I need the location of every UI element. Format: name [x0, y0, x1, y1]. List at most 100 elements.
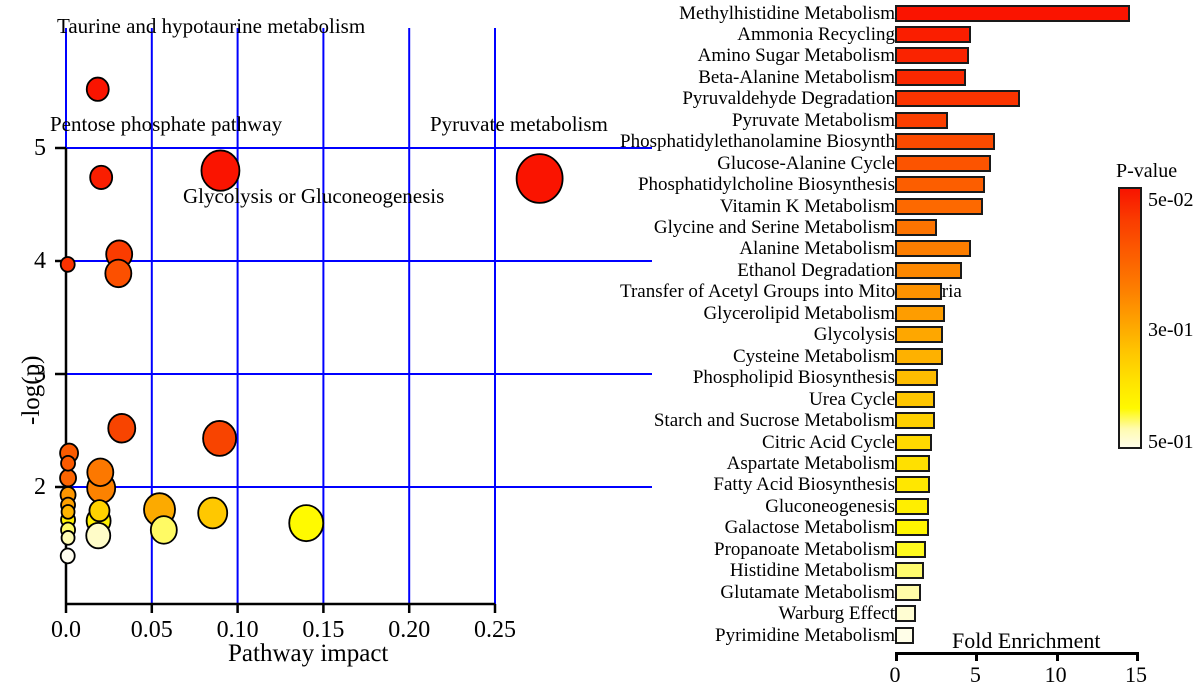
bar-row[interactable]: Glycerolipid Metabolism [620, 302, 1140, 324]
bar-rect[interactable] [895, 412, 936, 430]
scatter-bubble[interactable] [515, 153, 564, 204]
scatter-bubble[interactable] [60, 530, 76, 546]
bar-row[interactable]: Glutamate Metabolism [620, 581, 1140, 603]
bar-rect[interactable] [895, 133, 995, 151]
bar-rect[interactable] [895, 476, 931, 494]
scatter-x-tick-label: 0.15 [302, 617, 345, 643]
bar-rect[interactable] [895, 454, 931, 472]
bar-row[interactable]: Propanoate Metabolism [620, 538, 1140, 560]
bar-row[interactable]: Phospholipid Biosynthesis [620, 367, 1140, 389]
bar-axis-tick-label: 15 [1125, 662, 1147, 687]
bar-rect[interactable] [895, 240, 971, 258]
bar-category-label: Glycerolipid Metabolism [703, 302, 895, 324]
bar-rect[interactable] [895, 347, 944, 365]
bar-rect[interactable] [895, 326, 944, 344]
bar-rect[interactable] [895, 25, 971, 43]
bar-row[interactable]: Ethanol Degradation [620, 259, 1140, 281]
scatter-bubble[interactable] [149, 515, 178, 545]
bar-rect[interactable] [895, 390, 936, 408]
bar-row[interactable]: Glycolysis [620, 324, 1140, 346]
bar-rect[interactable] [895, 283, 942, 301]
scatter-y-axis-title: -log(p) [18, 355, 45, 425]
bar-row[interactable]: Gluconeogenesis [620, 495, 1140, 517]
bar-row[interactable]: Phosphatidylcholine Biosynthesis [620, 174, 1140, 196]
figure-root: Taurine and hypotaurine metabolism Pentos… [0, 0, 1200, 688]
bar-rect[interactable] [895, 519, 929, 537]
bar-category-label: Phosphatidylcholine Biosynthesis [637, 174, 895, 196]
bar-row[interactable]: Warburg Effect [620, 603, 1140, 625]
bar-row[interactable]: Vitamin K Metabolism [620, 195, 1140, 217]
bar-rect[interactable] [895, 197, 984, 215]
bar-row[interactable]: Pyruvate Metabolism [620, 109, 1140, 131]
scatter-annotation-label: Pentose phosphate pathway [50, 112, 283, 136]
bar-row[interactable]: Ammonia Recycling [620, 23, 1140, 45]
scatter-bubble[interactable] [59, 256, 76, 273]
bar-row[interactable]: Beta-Alanine Metabolism [620, 66, 1140, 88]
bar-row[interactable]: Citric Acid Cycle [620, 431, 1140, 453]
scatter-bubble[interactable] [104, 258, 133, 289]
bar-category-label: Cysteine Metabolism [732, 345, 895, 367]
scatter-bubble[interactable] [288, 504, 325, 543]
bar-rect[interactable] [895, 369, 939, 387]
bar-rect[interactable] [895, 176, 985, 194]
bar-row[interactable]: Pyruvaldehyde Degradation [620, 88, 1140, 110]
scatter-bubble[interactable] [88, 499, 111, 523]
bar-row[interactable]: Galactose Metabolism [620, 517, 1140, 539]
bar-row[interactable]: Amino Sugar Metabolism [620, 45, 1140, 67]
bar-rect[interactable] [895, 562, 924, 580]
bar-row[interactable]: Starch and Sucrose Metabolism [620, 410, 1140, 432]
scatter-x-tick-label: 0.20 [388, 617, 431, 643]
scatter-annotation-label: Glycolysis or Gluconeogenesis [183, 184, 445, 208]
bar-row[interactable]: Histidine Metabolism [620, 560, 1140, 582]
scatter-bubble[interactable] [85, 521, 112, 550]
bar-rect[interactable] [895, 154, 992, 172]
bar-rect[interactable] [895, 90, 1021, 108]
bar-axis-tick [1136, 652, 1139, 661]
bar-row[interactable]: Methylhistidine Metabolism [620, 2, 1140, 24]
bar-row[interactable]: Alanine Metabolism [620, 238, 1140, 260]
scatter-bubble[interactable] [85, 76, 110, 102]
bar-rect[interactable] [895, 540, 926, 558]
bar-rect[interactable] [895, 111, 949, 129]
bar-rect[interactable] [895, 605, 916, 623]
scatter-y-tick-label: 2 [34, 474, 46, 500]
scatter-bubble[interactable] [60, 504, 76, 520]
scatter-bubble[interactable] [202, 420, 237, 457]
bar-category-label: Histidine Metabolism [729, 560, 895, 582]
bar-axis-tick-label: 5 [969, 662, 981, 687]
bar-rect[interactable] [895, 497, 929, 515]
bar-row[interactable]: Aspartate Metabolism [620, 452, 1140, 474]
scatter-bubble[interactable] [60, 454, 76, 472]
bar-rect[interactable] [895, 433, 932, 451]
bar-rect[interactable] [895, 261, 963, 279]
bar-row[interactable]: Transfer of Acetyl Groups into Mitochond… [620, 281, 1140, 303]
bar-category-label: Phosphatidylethanolamine Biosynthesis [620, 131, 924, 153]
bar-category-label: Galactose Metabolism [724, 517, 895, 539]
bar-row[interactable]: Glucose-Alanine Cycle [620, 152, 1140, 174]
bar-rect[interactable] [895, 4, 1130, 22]
bar-row[interactable]: Phosphatidylethanolamine Biosynthesis [620, 131, 1140, 153]
scatter-bubble[interactable] [89, 164, 114, 190]
legend-mid-value-label: 3e-01 [1148, 319, 1194, 341]
bar-rect[interactable] [895, 304, 945, 322]
scatter-bubble[interactable] [59, 468, 77, 488]
bar-row[interactable]: Urea Cycle [620, 388, 1140, 410]
scatter-bubble[interactable] [59, 547, 76, 565]
bar-rect[interactable] [895, 583, 921, 601]
bar-category-label: Starch and Sucrose Metabolism [653, 410, 895, 432]
bar-row[interactable]: Glycine and Serine Metabolism [620, 217, 1140, 239]
scatter-y-tick-label: 4 [34, 248, 46, 274]
bar-category-label: Alanine Metabolism [739, 238, 895, 260]
bar-category-label: Pyruvate Metabolism [731, 109, 895, 131]
bar-rect[interactable] [895, 626, 915, 644]
scatter-bubble[interactable] [197, 496, 229, 530]
scatter-bubble[interactable] [86, 457, 115, 487]
bar-row[interactable]: Cysteine Metabolism [620, 345, 1140, 367]
bar-rect[interactable] [895, 68, 966, 86]
bar-rect[interactable] [895, 47, 969, 65]
scatter-bubble[interactable] [107, 413, 137, 444]
bar-category-label: Ammonia Recycling [737, 23, 895, 45]
bar-rect[interactable] [895, 219, 937, 236]
legend-low-value-label: 5e-01 [1148, 431, 1194, 453]
bar-row[interactable]: Fatty Acid Biosynthesis [620, 474, 1140, 496]
